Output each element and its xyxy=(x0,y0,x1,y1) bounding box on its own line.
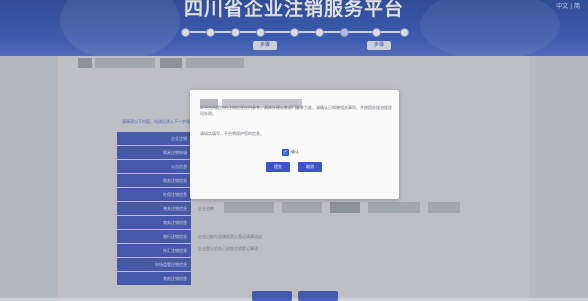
submit-button[interactable]: 提交 xyxy=(266,162,290,172)
confirm-row[interactable]: ✓ 确认 xyxy=(282,148,299,156)
confirm-checkbox[interactable]: ✓ xyxy=(282,148,289,156)
confirm-label: 确认 xyxy=(291,149,299,154)
dialog-text: 本平台所提供的注销信息仅供参考，具体办理以各部门要求为准，请确认已知晓相关事项，… xyxy=(200,105,392,116)
cancel-button[interactable]: 取消 xyxy=(298,162,322,172)
dialog-paragraph: 本平台所提供的注销信息仅供参考，具体办理以各部门要求为准，请确认已知晓相关事项，… xyxy=(200,105,393,117)
notice-dialog: 本平台所提供的注销信息仅供参考，具体办理以各部门要求为准，请确认已知晓相关事项，… xyxy=(190,90,399,199)
dialog-note: 请如实填写，平台将保护您的信息。 xyxy=(200,131,264,136)
